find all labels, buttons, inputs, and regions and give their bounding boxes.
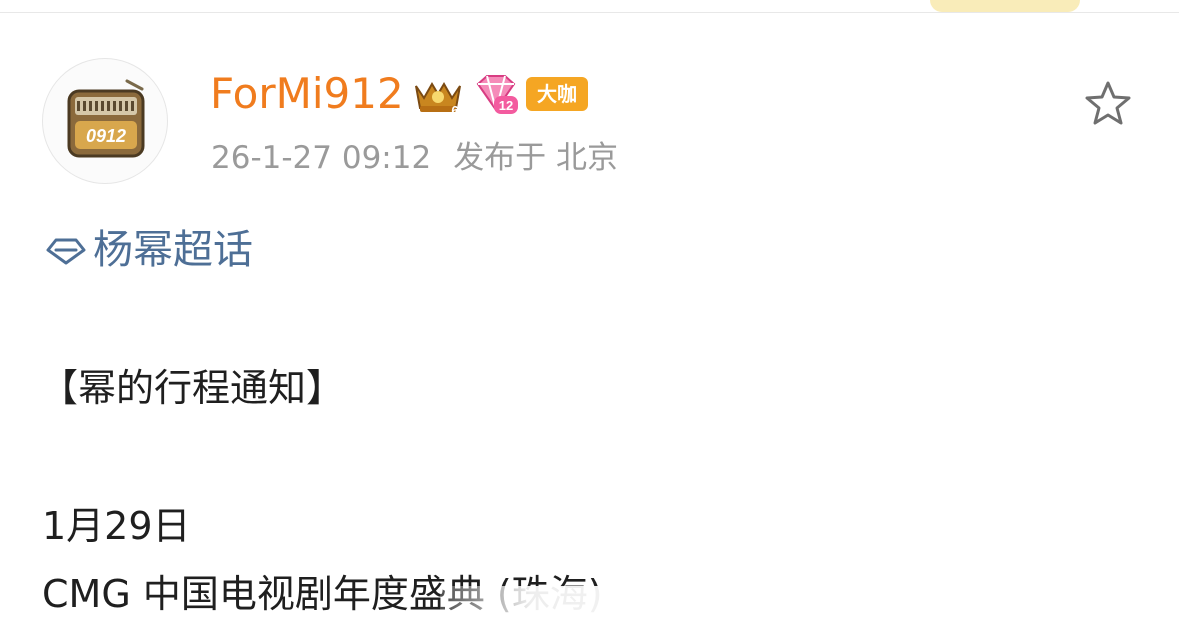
post-timestamp: 26-1-27 09:12 (211, 140, 432, 176)
top-divider (0, 12, 1179, 13)
post-location: 发布于 北京 (453, 140, 619, 176)
crown-level: 6 (451, 103, 458, 116)
post-title: 【幂的行程通知】 (40, 366, 345, 410)
daka-badge: 大咖 (526, 77, 588, 111)
top-accent-decoration (930, 0, 1080, 12)
diamond-badge-icon: 12 (476, 75, 518, 114)
radio-avatar-icon: 0912 (67, 79, 145, 158)
diamond-level: 12 (499, 98, 513, 113)
topic-link[interactable]: 杨幂超话 (45, 224, 253, 276)
crown-badge-icon: 6 (415, 82, 461, 116)
topic-label: 杨幂超话 (93, 227, 253, 273)
avatar-text: 0912 (86, 126, 126, 146)
username[interactable]: ForMi912 (210, 67, 404, 121)
topic-diamond-icon (46, 238, 86, 265)
post-meta: 26-1-27 09:12 发布于 北京 (211, 137, 618, 179)
star-icon[interactable] (1082, 78, 1134, 128)
weibo-post-card: 0912 ForMi912 6 12 大咖 26-1-27 09:12 发布于 北… (0, 0, 1179, 639)
post-date: 1月29日 (42, 504, 191, 548)
avatar[interactable]: 0912 (42, 58, 168, 184)
blurred-overlay (440, 586, 740, 628)
